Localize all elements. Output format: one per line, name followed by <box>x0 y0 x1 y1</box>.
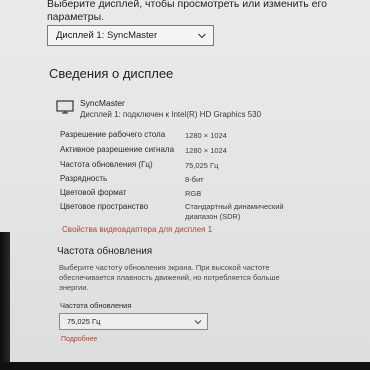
learn-more-link[interactable]: Подробнее <box>61 336 97 343</box>
refresh-rate-dropdown[interactable]: 75,025 Гц <box>59 313 208 330</box>
display-info-title: Сведения о дисплее <box>49 66 174 81</box>
property-label-active-resolution: Активное разрешение сигнала <box>60 145 175 154</box>
monitor-subtitle: Дисплей 1: подключен к Intel(R) HD Graph… <box>80 110 262 119</box>
property-value-color-format: RGB <box>185 189 202 198</box>
property-value-desktop-resolution: 1280 × 1024 <box>185 131 227 140</box>
refresh-desc-line-3: энергии. <box>59 283 89 292</box>
refresh-rate-description: Выберите частоту обновления экрана. При … <box>59 263 289 293</box>
refresh-rate-select-label: Частота обновления <box>60 301 132 310</box>
instruction-text: Выберите дисплей, чтобы просмотреть или … <box>47 0 347 24</box>
monitor-bezel-left <box>0 232 10 370</box>
property-label-desktop-resolution: Разрешение рабочего стола <box>60 130 166 139</box>
monitor-name: SyncMaster <box>80 98 125 108</box>
display-select-value: Дисплей 1: SyncMaster <box>56 30 158 41</box>
refresh-desc-line-1: Выберите частоту обновления экрана. При … <box>59 263 270 272</box>
refresh-rate-title: Частота обновления <box>57 246 153 257</box>
property-label-color-format: Цветовой формат <box>60 188 127 197</box>
refresh-desc-line-2: обеспечивается плавность движений, но по… <box>59 273 280 282</box>
monitor-bezel-bottom <box>0 362 370 370</box>
adapter-properties-link[interactable]: Свойства видеоадаптера для дисплея 1 <box>62 225 212 234</box>
property-label-color-space: Цветовое пространство <box>60 202 149 211</box>
color-space-line-1: Стандартный динамический <box>185 202 284 211</box>
property-label-bit-depth: Разрядность <box>60 174 108 183</box>
chevron-down-icon <box>198 33 206 39</box>
display-settings-window: Выберите дисплей, чтобы просмотреть или … <box>0 0 370 370</box>
color-space-line-2: диапазон (SDR) <box>185 212 241 221</box>
monitor-icon <box>56 100 74 114</box>
property-value-active-resolution: 1280 × 1024 <box>185 146 227 155</box>
property-label-refresh-rate: Частота обновления (Гц) <box>60 160 153 169</box>
chevron-down-icon <box>194 320 202 325</box>
instruction-line-1: Выберите дисплей, чтобы просмотреть или … <box>47 0 327 10</box>
property-value-color-space: Стандартный динамический диапазон (SDR) <box>185 202 284 222</box>
property-value-refresh-rate: 75,025 Гц <box>185 161 219 170</box>
display-select-dropdown[interactable]: Дисплей 1: SyncMaster <box>47 25 214 46</box>
property-value-bit-depth: 8-бит <box>185 175 204 184</box>
instruction-line-2: параметры. <box>47 11 105 23</box>
refresh-rate-value: 75,025 Гц <box>67 317 101 326</box>
